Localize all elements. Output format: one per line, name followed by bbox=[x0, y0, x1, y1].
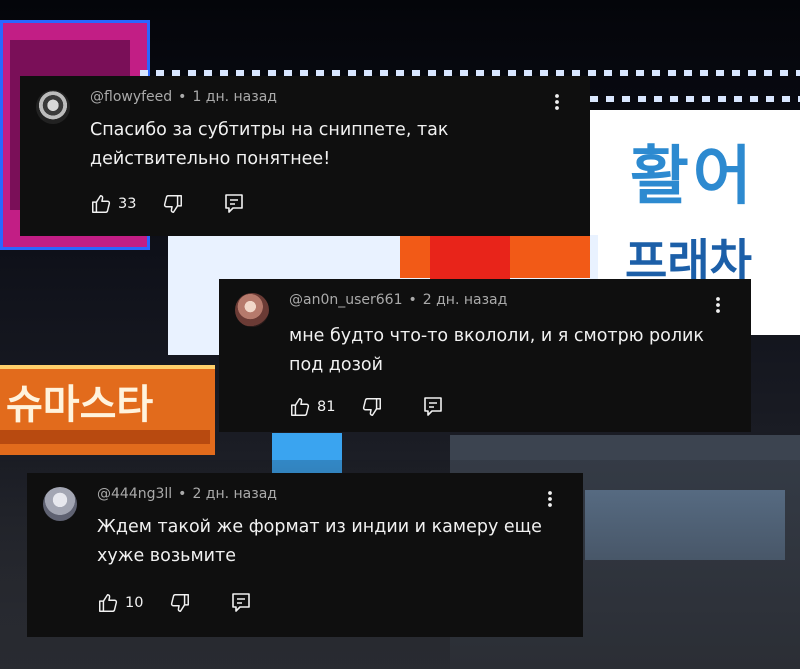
shop-sign-strip bbox=[0, 430, 210, 444]
meta-separator: • bbox=[408, 292, 417, 308]
light-strip-2 bbox=[590, 96, 800, 102]
meta-separator: • bbox=[178, 89, 187, 105]
comment-author[interactable]: @444ng3ll bbox=[97, 486, 172, 502]
more-vertical-icon[interactable] bbox=[709, 293, 727, 317]
comment-meta: @444ng3ll • 2 дн. назад bbox=[97, 486, 277, 502]
comment-actions: 10 bbox=[97, 592, 251, 614]
comment-time[interactable]: 1 дн. назад bbox=[192, 89, 277, 105]
dislike-button[interactable] bbox=[162, 193, 224, 215]
comment-text: Ждем такой же формат из индии и камеру е… bbox=[97, 517, 542, 566]
comment-time[interactable]: 2 дн. назад bbox=[192, 486, 277, 502]
red-sign bbox=[430, 236, 510, 284]
reply-button[interactable] bbox=[231, 592, 251, 614]
like-button[interactable]: 33 bbox=[90, 193, 162, 215]
comment-meta: @flowyfeed • 1 дн. назад bbox=[90, 89, 277, 105]
comment-author[interactable]: @flowyfeed bbox=[90, 89, 172, 105]
thumbs-down-icon bbox=[169, 592, 191, 614]
avatar[interactable] bbox=[235, 293, 269, 327]
like-button[interactable]: 10 bbox=[97, 592, 169, 614]
comment-time[interactable]: 2 дн. назад bbox=[423, 292, 508, 308]
reply-button[interactable] bbox=[423, 396, 443, 418]
shop-sign-text: 슈마스타 bbox=[6, 382, 154, 428]
avatar[interactable] bbox=[36, 90, 70, 124]
comment-card: @444ng3ll • 2 дн. назад Ждем такой же форм… bbox=[27, 473, 583, 637]
comment-meta: @an0n_user661 • 2 дн. назад bbox=[289, 292, 507, 308]
thumbs-up-icon bbox=[289, 396, 311, 418]
thumbs-down-icon bbox=[162, 193, 184, 215]
like-count: 33 bbox=[118, 196, 137, 212]
dislike-button[interactable] bbox=[169, 592, 231, 614]
billboard-text: 활어 bbox=[630, 140, 756, 214]
thumbs-up-icon bbox=[90, 193, 112, 215]
like-count: 81 bbox=[317, 399, 336, 415]
dislike-button[interactable] bbox=[361, 396, 423, 418]
more-vertical-icon[interactable] bbox=[548, 90, 566, 114]
reply-icon bbox=[423, 396, 443, 418]
reply-button[interactable] bbox=[224, 193, 244, 215]
meta-separator: • bbox=[178, 486, 187, 502]
thumbs-down-icon bbox=[361, 396, 383, 418]
comment-text: мне будто что-то вкололи, и я смотрю рол… bbox=[289, 326, 704, 375]
comment-card: @flowyfeed • 1 дн. назад Спасибо за субтит… bbox=[20, 76, 590, 236]
thumbs-up-icon bbox=[97, 592, 119, 614]
comment-author[interactable]: @an0n_user661 bbox=[289, 292, 403, 308]
comment-actions: 33 bbox=[90, 193, 244, 215]
reply-icon bbox=[231, 592, 251, 614]
more-vertical-icon[interactable] bbox=[541, 487, 559, 511]
reply-icon bbox=[224, 193, 244, 215]
avatar[interactable] bbox=[43, 487, 77, 521]
like-button[interactable]: 81 bbox=[289, 396, 361, 418]
comment-text: Спасибо за субтитры на сниппете, так дей… bbox=[90, 120, 449, 169]
comment-card: @an0n_user661 • 2 дн. назад мне будто что-… bbox=[219, 279, 751, 432]
like-count: 10 bbox=[125, 595, 144, 611]
comment-actions: 81 bbox=[289, 396, 443, 418]
